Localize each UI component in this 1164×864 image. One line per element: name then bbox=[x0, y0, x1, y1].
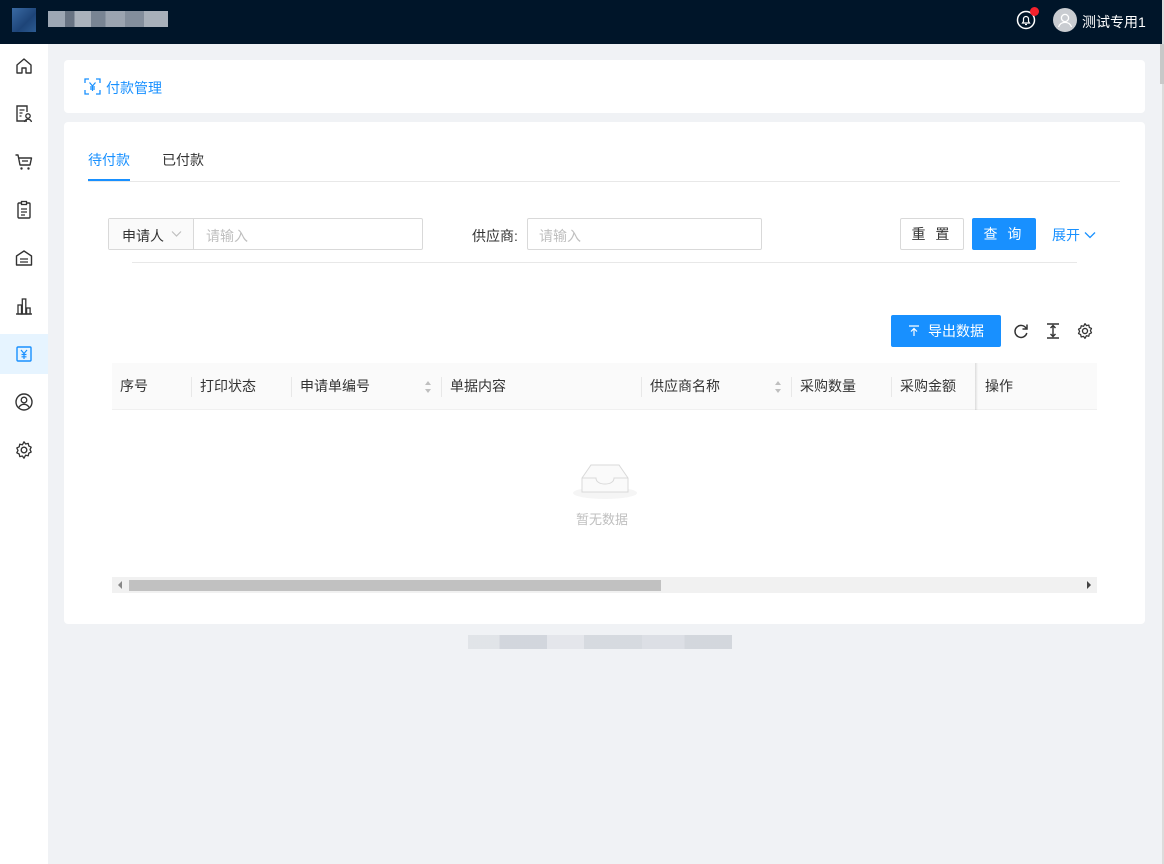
notification-badge bbox=[1030, 7, 1039, 16]
column-divider bbox=[441, 377, 442, 397]
column-header-index: 序号 bbox=[120, 378, 148, 394]
query-button[interactable]: 查 询 bbox=[972, 218, 1036, 250]
tab-paid[interactable]: 已付款 bbox=[162, 150, 204, 170]
chevron-down-icon bbox=[171, 231, 182, 237]
page-title[interactable]: 付款管理 bbox=[106, 78, 162, 98]
applicant-input[interactable]: 请输入 bbox=[206, 226, 248, 246]
breadcrumb: 付款管理 bbox=[64, 60, 1145, 113]
user-circle-icon bbox=[15, 393, 33, 411]
document-user-icon bbox=[16, 105, 33, 123]
expand-label: 展开 bbox=[1052, 227, 1080, 243]
home-icon bbox=[16, 58, 32, 74]
export-data-button[interactable]: 导出数据 bbox=[891, 315, 1001, 347]
cart-icon bbox=[15, 154, 33, 170]
settings-icon[interactable] bbox=[1076, 322, 1094, 340]
app-logo[interactable] bbox=[12, 8, 36, 32]
supplier-input-placeholder: 请输入 bbox=[539, 228, 581, 244]
sidebar-item-report[interactable] bbox=[0, 286, 48, 326]
column-divider bbox=[291, 377, 292, 397]
table-header: 序号 打印状态 申请单编号 单据内容 供应商名称 采购数量 采购金额 操作 bbox=[112, 363, 1097, 410]
chevron-down-icon bbox=[1084, 232, 1096, 239]
sidebar-item-home[interactable] bbox=[0, 46, 48, 86]
app-title-redacted bbox=[48, 11, 168, 27]
sidebar-item-user[interactable] bbox=[0, 382, 48, 422]
sort-icon[interactable] bbox=[774, 380, 782, 394]
fixed-column-shadow bbox=[975, 363, 978, 410]
expand-toggle[interactable]: 展开 bbox=[1052, 225, 1096, 245]
supplier-label: 供应商: bbox=[472, 228, 518, 244]
scrollbar-thumb[interactable] bbox=[129, 580, 661, 591]
column-divider bbox=[191, 377, 192, 397]
sidebar-item-settings[interactable] bbox=[0, 430, 48, 470]
main-panel: 待付款 已付款 申请人 请输入 供应商: 请输入 重 置 查 询 展开 导出数据… bbox=[64, 122, 1145, 624]
clipboard-icon bbox=[17, 200, 31, 219]
scroll-right-arrow-icon[interactable] bbox=[1087, 581, 1091, 589]
column-header-purchase-qty: 采购数量 bbox=[800, 378, 856, 394]
gear-icon bbox=[16, 441, 32, 459]
sidebar-item-payment[interactable] bbox=[0, 334, 48, 374]
applicant-select-value: 申请人 bbox=[122, 228, 164, 244]
tabs-divider bbox=[88, 181, 1120, 182]
upload-icon bbox=[909, 325, 919, 336]
yen-icon bbox=[84, 78, 101, 95]
column-divider bbox=[891, 377, 892, 397]
warehouse-icon bbox=[15, 250, 33, 266]
applicant-field-select[interactable]: 申请人 bbox=[109, 219, 194, 249]
user-avatar-icon[interactable] bbox=[1053, 8, 1077, 32]
footer-redacted bbox=[468, 635, 732, 649]
refresh-icon[interactable] bbox=[1012, 322, 1030, 340]
column-divider bbox=[641, 377, 642, 397]
sidebar-item-warehouse[interactable] bbox=[0, 238, 48, 278]
empty-state-text: 暂无数据 bbox=[576, 512, 629, 527]
applicant-search-group: 申请人 请输入 bbox=[108, 218, 423, 250]
yen-icon bbox=[16, 346, 32, 362]
table-horizontal-scrollbar[interactable] bbox=[112, 577, 1097, 593]
supplier-input[interactable]: 请输入 bbox=[527, 218, 762, 250]
sidebar bbox=[0, 44, 48, 864]
page-scrollbar[interactable] bbox=[1160, 44, 1164, 84]
column-header-purchase-amount: 采购金额 bbox=[900, 378, 956, 394]
empty-inbox-icon bbox=[573, 464, 637, 499]
sidebar-item-orders[interactable] bbox=[0, 190, 48, 230]
column-height-icon[interactable] bbox=[1044, 322, 1062, 340]
column-header-print-status: 打印状态 bbox=[200, 378, 256, 394]
column-header-actions: 操作 bbox=[985, 378, 1013, 394]
sidebar-item-document[interactable] bbox=[0, 94, 48, 134]
sort-icon[interactable] bbox=[424, 380, 432, 394]
bar-chart-icon bbox=[16, 298, 32, 315]
reset-button[interactable]: 重 置 bbox=[900, 218, 964, 250]
export-label: 导出数据 bbox=[928, 323, 984, 339]
sidebar-item-purchase[interactable] bbox=[0, 142, 48, 182]
column-header-application-no[interactable]: 申请单编号 bbox=[300, 363, 370, 410]
column-divider bbox=[791, 377, 792, 397]
filter-divider bbox=[132, 262, 1077, 263]
tab-pending-payment[interactable]: 待付款 bbox=[88, 150, 130, 170]
user-name[interactable]: 测试专用1 bbox=[1082, 12, 1146, 32]
top-header: 测试专用1 bbox=[0, 0, 1164, 44]
scroll-left-arrow-icon[interactable] bbox=[118, 581, 122, 589]
column-header-supplier-name[interactable]: 供应商名称 bbox=[650, 363, 720, 410]
column-header-content: 单据内容 bbox=[450, 378, 506, 394]
